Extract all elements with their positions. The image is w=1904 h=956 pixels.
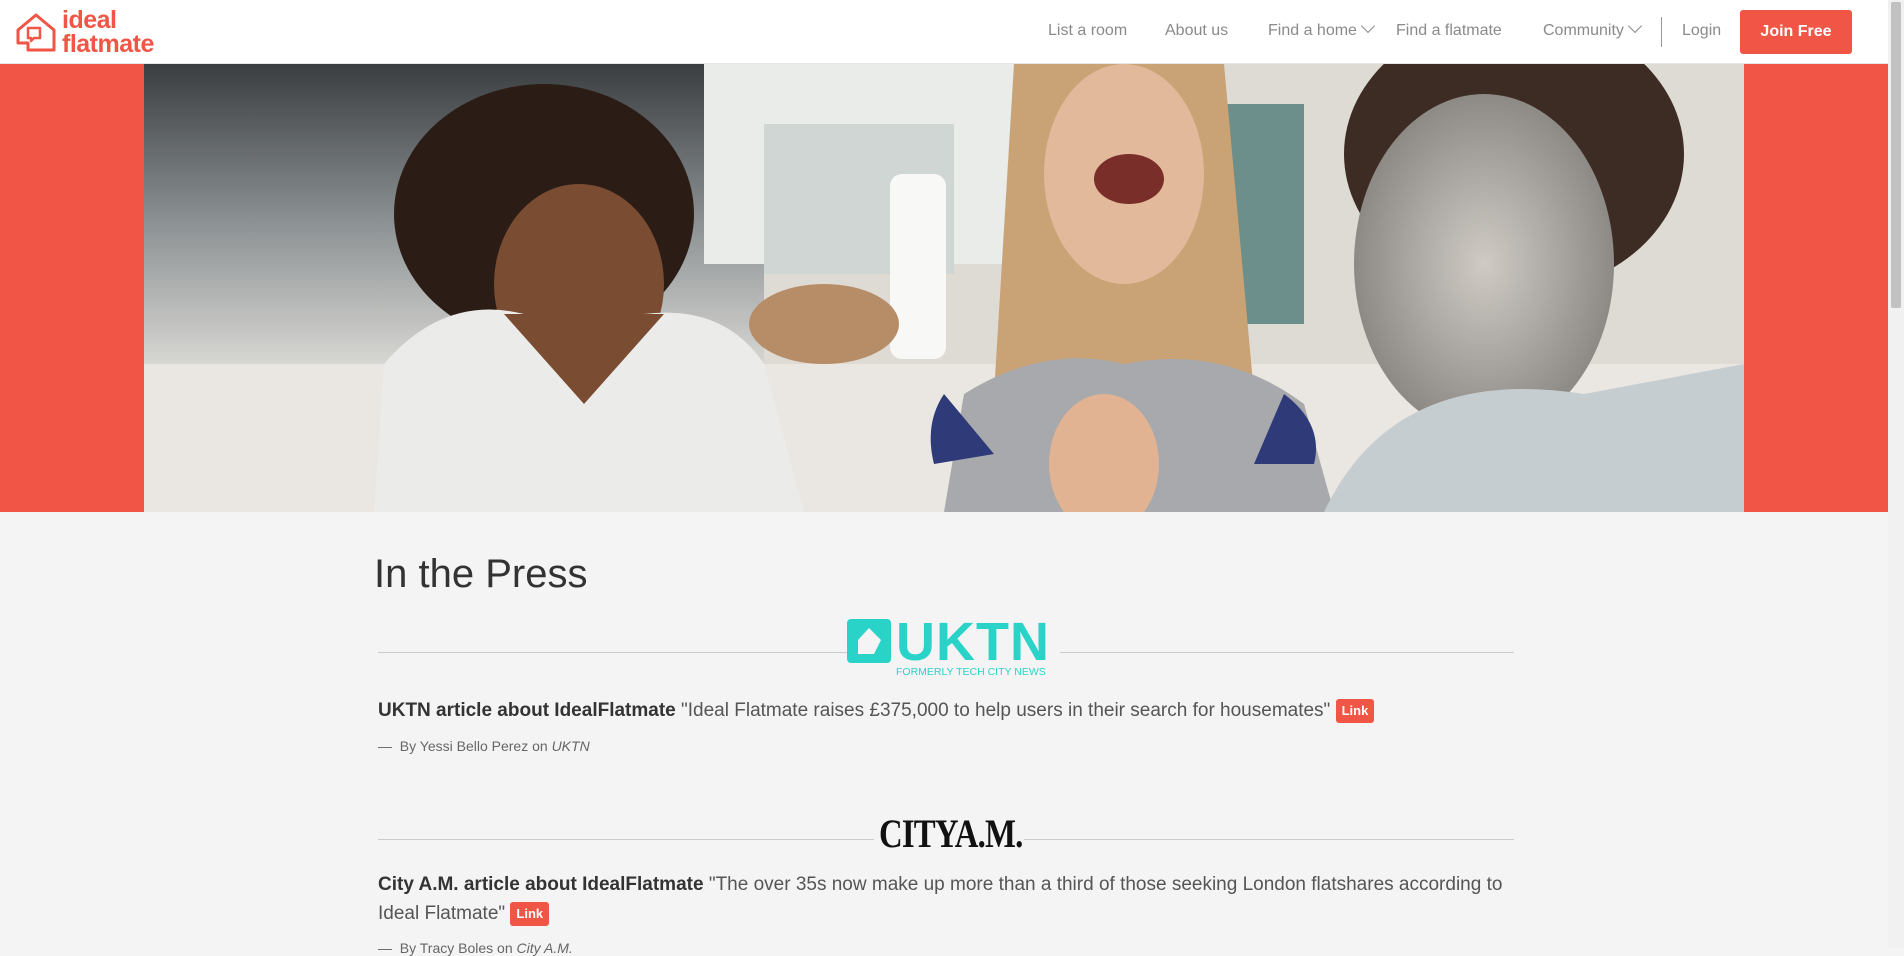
site-header: ideal flatmate List a room About us Find… [0, 0, 1888, 64]
byline-author: Tracy Boles [419, 940, 494, 956]
article-link-button[interactable]: Link [1335, 698, 1375, 723]
hero-image [144, 64, 1744, 512]
byline-dash: — [378, 738, 392, 754]
page-title: In the Press [374, 552, 588, 596]
nav-divider [1661, 17, 1662, 47]
byline-on: on [497, 940, 513, 956]
logo-wordmark: ideal flatmate [62, 6, 154, 58]
press-article: City A.M. article about IdealFlatmate "T… [378, 870, 1514, 928]
nav-find-a-flatmate[interactable]: Find a flatmate [1396, 22, 1502, 40]
uktn-logo-text: UKTN [896, 612, 1050, 672]
article-source: City A.M. article about IdealFlatmate [378, 874, 704, 895]
article-quote: "Ideal Flatmate raises £375,000 to help … [681, 700, 1331, 721]
chevron-down-icon [1627, 18, 1642, 34]
divider-line [1024, 839, 1514, 840]
byline-outlet: City A.M. [516, 940, 573, 956]
byline-by: By [399, 940, 417, 956]
hero-photo-illustration [144, 64, 1744, 512]
divider-line [1060, 652, 1514, 653]
hero-banner [0, 64, 1888, 512]
scrollbar-thumb[interactable] [1891, 2, 1901, 308]
byline-by: By [399, 738, 417, 754]
nav-login[interactable]: Login [1682, 22, 1721, 40]
logo-line1: ideal [62, 6, 117, 34]
logo-line2: flatmate [62, 30, 154, 58]
logo[interactable]: ideal flatmate [14, 6, 154, 58]
byline-outlet: UKTN [551, 738, 590, 754]
article-link-button[interactable]: Link [510, 901, 550, 926]
nav-about-us[interactable]: About us [1165, 22, 1228, 40]
cityam-logo: CITYA.M. [879, 811, 1023, 856]
byline-on: on [532, 738, 548, 754]
nav-find-a-home[interactable]: Find a home [1268, 18, 1376, 40]
uktn-logo: UKTN FORMERLY TECH CITY NEWS [846, 612, 1052, 682]
nav-community-label: Community [1543, 22, 1624, 39]
divider-line [378, 839, 874, 840]
nav-list-a-room[interactable]: List a room [1048, 22, 1127, 40]
byline-dash: — [378, 940, 392, 956]
join-free-button[interactable]: Join Free [1740, 10, 1852, 54]
article-source: UKTN article about IdealFlatmate [378, 700, 676, 721]
uktn-logo-subtitle: FORMERLY TECH CITY NEWS [896, 666, 1046, 678]
house-chat-icon [16, 13, 56, 52]
divider-line [378, 652, 848, 653]
nav-find-a-home-label: Find a home [1268, 22, 1357, 39]
nav-community[interactable]: Community [1543, 18, 1642, 40]
article-byline: — By Tracy Boles on City A.M. [378, 940, 573, 956]
uktn-badge-icon [847, 619, 891, 663]
article-byline: — By Yessi Bello Perez on UKTN [378, 738, 590, 754]
chevron-down-icon [1360, 18, 1376, 34]
press-article: UKTN article about IdealFlatmate "Ideal … [378, 696, 1514, 725]
byline-author: Yessi Bello Perez [419, 738, 529, 754]
page-scrollbar[interactable] [1888, 0, 1904, 948]
